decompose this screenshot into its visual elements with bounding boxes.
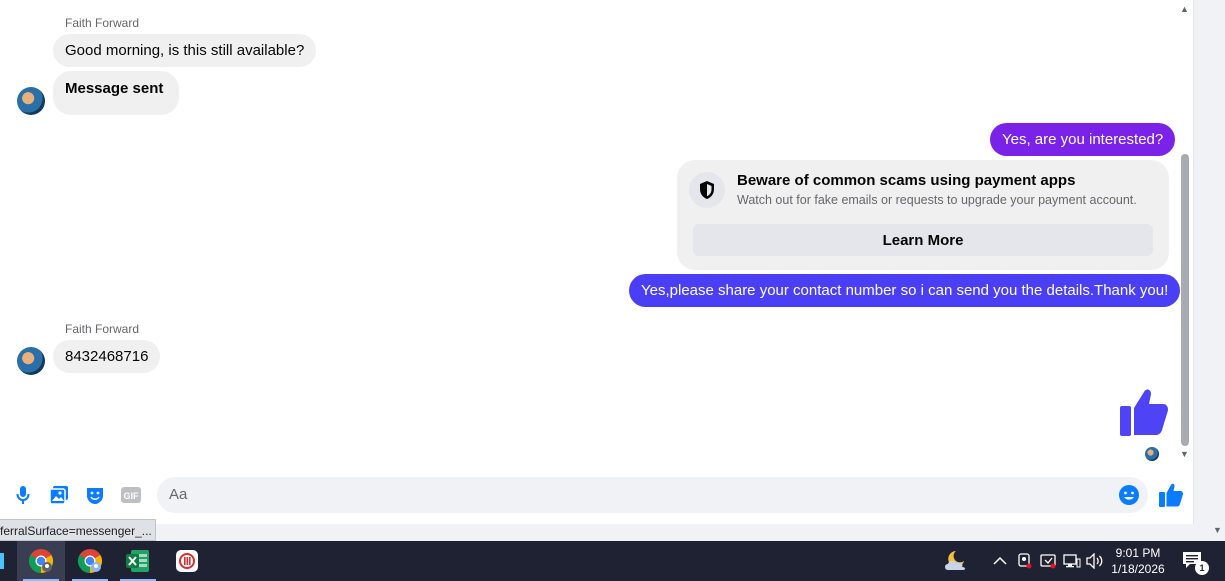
scam-warning-title: Beware of common scams using payment app… <box>737 172 1076 189</box>
thumbs-up-icon[interactable] <box>1118 386 1170 438</box>
outgoing-message-bubble[interactable]: Yes,please share your contact number so … <box>629 274 1181 307</box>
outgoing-message-bubble[interactable]: Yes, are you interested? <box>990 123 1176 156</box>
scroll-up-arrow-icon[interactable]: ▲ <box>1180 4 1189 14</box>
shield-icon <box>689 172 725 208</box>
taskbar-chrome-profile-icon[interactable] <box>66 541 114 581</box>
message-scrollbar[interactable]: ▲ ▼ <box>1178 0 1193 468</box>
notification-count-badge: 1 <box>1195 561 1209 575</box>
read-receipt-avatar <box>1145 447 1159 461</box>
volume-icon[interactable] <box>1086 552 1104 570</box>
status-bar-url: ferralSurface=messenger_... <box>0 519 156 541</box>
chat-panel: Faith Forward Good morning, is this stil… <box>0 0 1194 524</box>
message-bubble[interactable]: Good morning, is this still available? <box>53 34 317 67</box>
start-button[interactable] <box>0 553 4 569</box>
scam-warning-description: Watch out for fake emails or requests to… <box>737 193 1137 207</box>
gif-icon[interactable]: GIF <box>120 484 142 506</box>
message-bubble[interactable]: 8432468716 <box>53 340 161 373</box>
scrollbar-thumb[interactable] <box>1181 154 1189 446</box>
message-bubble[interactable]: Message sent <box>53 71 180 115</box>
chevron-up-icon[interactable] <box>991 552 1009 570</box>
scam-warning-card: Beware of common scams using payment app… <box>677 160 1169 270</box>
weather-icon[interactable] <box>942 548 970 574</box>
gif-label: GIF <box>124 491 140 501</box>
notification-icon[interactable]: 1 <box>1182 551 1209 575</box>
security-tray-icon[interactable] <box>1039 552 1057 570</box>
clock-time: 9:01 PM <box>1115 546 1161 560</box>
message-input-placeholder: Aa <box>169 486 188 503</box>
scroll-down-arrow-icon[interactable]: ▼ <box>1180 449 1189 459</box>
clock-date: 1/18/2026 <box>1111 562 1165 576</box>
camera-tray-icon[interactable] <box>1015 552 1033 570</box>
clock[interactable]: 9:01 PM 1/18/2026 <box>1106 545 1170 577</box>
microphone-icon[interactable] <box>12 484 34 506</box>
avatar[interactable] <box>17 87 45 115</box>
learn-more-button[interactable]: Learn More <box>693 224 1153 256</box>
scroll-down-arrow-icon[interactable]: ▼ <box>1213 525 1222 535</box>
emoji-icon[interactable] <box>1118 484 1140 506</box>
taskbar: 9:01 PM 1/18/2026 1 <box>0 541 1225 581</box>
taskbar-app-icon[interactable] <box>163 541 211 581</box>
network-icon[interactable] <box>1063 552 1081 570</box>
sender-name: Faith Forward <box>65 16 140 30</box>
sticker-icon[interactable] <box>84 484 106 506</box>
message-input[interactable]: Aa <box>157 477 1148 513</box>
avatar[interactable] <box>17 347 45 375</box>
taskbar-excel-icon[interactable] <box>114 541 162 581</box>
taskbar-chrome-icon[interactable] <box>17 541 65 581</box>
send-like-icon[interactable] <box>1158 482 1184 508</box>
sender-name: Faith Forward <box>65 322 140 336</box>
photo-gallery-icon[interactable] <box>48 484 70 506</box>
page-scrollbar[interactable]: ▼ <box>1210 0 1225 541</box>
